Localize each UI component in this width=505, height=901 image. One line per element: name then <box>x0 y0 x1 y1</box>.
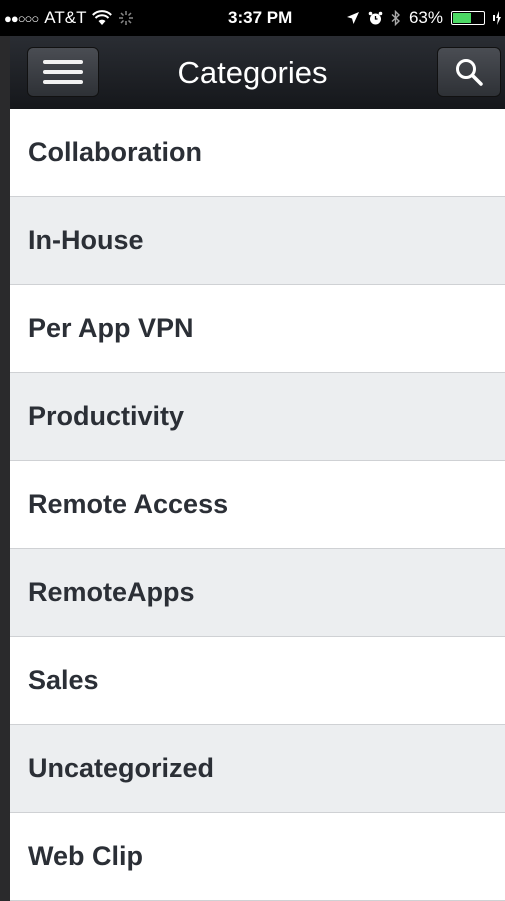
category-list: Collaboration In-House Per App VPN Produ… <box>10 109 505 901</box>
hamburger-icon-line <box>43 80 83 84</box>
list-item-label: Productivity <box>28 401 185 431</box>
list-item-label: Per App VPN <box>28 313 194 343</box>
charging-icon <box>493 11 501 25</box>
list-item-label: In-House <box>28 225 144 255</box>
left-edge <box>0 0 10 901</box>
activity-spinner-icon <box>119 11 134 25</box>
list-item[interactable]: Productivity <box>10 373 505 461</box>
list-item[interactable]: Web Clip <box>10 813 505 901</box>
list-item[interactable]: Uncategorized <box>10 725 505 813</box>
list-item-label: Uncategorized <box>28 753 215 783</box>
list-item-label: RemoteApps <box>28 577 195 607</box>
alarm-icon <box>368 11 383 24</box>
battery-percent: 63% <box>408 8 443 27</box>
menu-button[interactable] <box>27 47 99 97</box>
hamburger-icon-line <box>43 70 83 74</box>
hamburger-icon-line <box>43 60 83 64</box>
navigation-bar: Categories <box>10 36 505 109</box>
list-item-label: Remote Access <box>28 489 229 519</box>
carrier-label: AT&T <box>44 8 87 27</box>
bluetooth-icon <box>391 10 400 26</box>
battery-icon <box>451 11 485 25</box>
list-item-label: Web Clip <box>28 841 144 871</box>
list-item[interactable]: In-House <box>10 197 505 285</box>
list-item-label: Collaboration <box>28 137 202 167</box>
list-item[interactable]: Collaboration <box>10 109 505 197</box>
signal-strength: ●●○○○ <box>4 10 39 26</box>
list-item[interactable]: Per App VPN <box>10 285 505 373</box>
search-button[interactable] <box>437 47 501 97</box>
search-icon <box>456 59 483 86</box>
list-item[interactable]: Remote Access <box>10 461 505 549</box>
status-bar: ●●○○○ AT&T 3:37 PM 63% <box>0 0 505 36</box>
clock: 3:37 PM <box>228 8 293 27</box>
location-arrow-icon <box>346 12 359 24</box>
list-item[interactable]: RemoteApps <box>10 549 505 637</box>
list-item-label: Sales <box>28 665 99 695</box>
list-item[interactable]: Sales <box>10 637 505 725</box>
wifi-icon <box>92 10 113 25</box>
